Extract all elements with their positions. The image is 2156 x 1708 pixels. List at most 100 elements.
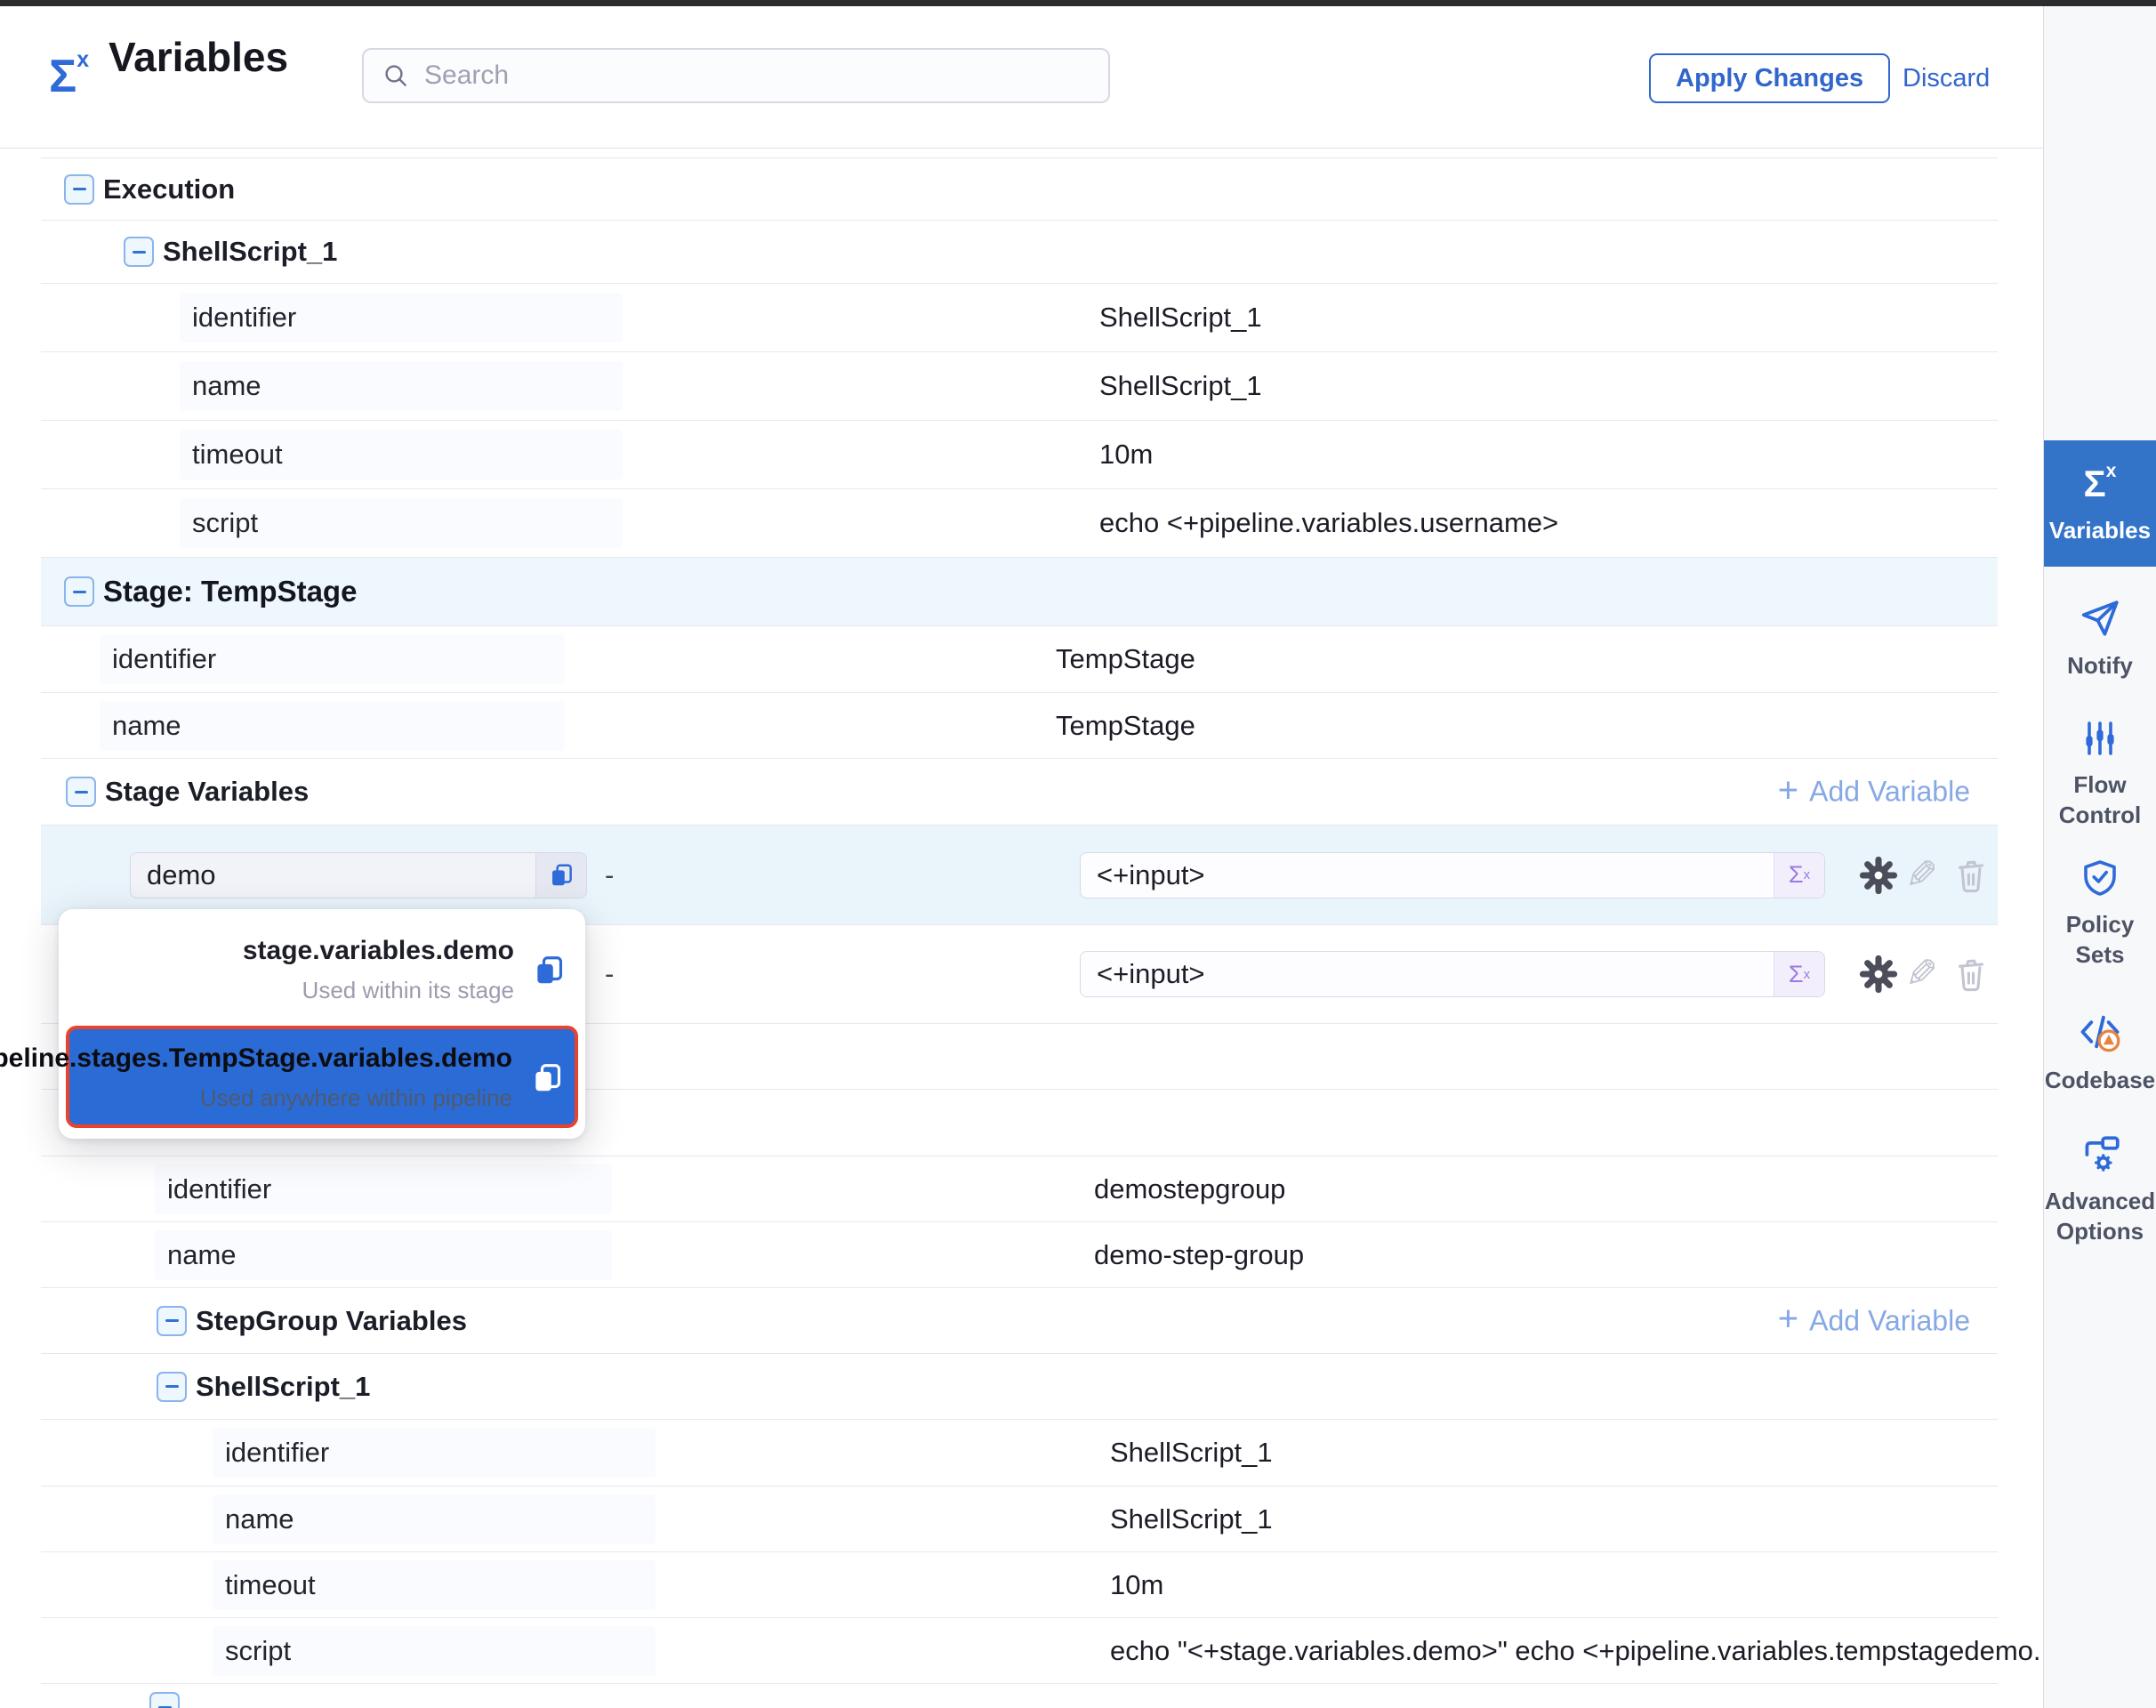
- copy-icon[interactable]: [532, 954, 566, 987]
- tree-node-label: ShellScript_1: [163, 236, 337, 268]
- field-value: echo <+pipeline.variables.username>: [1099, 507, 1558, 539]
- partial-row: [41, 1684, 1998, 1708]
- window-top-bar: [0, 0, 2156, 6]
- collapse-toggle-icon[interactable]: [124, 237, 154, 267]
- field-label: identifier: [180, 293, 623, 342]
- field-row: identifier TempStage: [41, 626, 1998, 693]
- field-label: identifier: [155, 1164, 612, 1214]
- field-label: name: [100, 701, 565, 751]
- field-label: identifier: [213, 1428, 656, 1478]
- field-row: script echo "<+stage.variables.demo>" ec…: [41, 1618, 1998, 1684]
- panel-header: Σx Variables Apply Changes Discard: [0, 6, 2043, 149]
- field-row: identifier ShellScript_1: [41, 1420, 1998, 1486]
- sidebar-tab-policy-sets[interactable]: Policy Sets: [2044, 851, 2156, 976]
- expression-sigma-icon[interactable]: Σx: [1774, 853, 1824, 898]
- field-row: script echo <+pipeline.variables.usernam…: [41, 489, 1998, 558]
- collapse-toggle-icon[interactable]: [64, 576, 94, 607]
- paper-plane-icon: [2078, 596, 2122, 640]
- copy-icon[interactable]: [530, 1061, 564, 1095]
- scope-option-pipeline-selected[interactable]: pipeline.stages.TempStage.variables.demo…: [66, 1026, 578, 1128]
- copy-icon[interactable]: [535, 853, 586, 898]
- sliders-icon: [2079, 717, 2121, 760]
- collapse-toggle-icon[interactable]: [157, 1306, 187, 1336]
- add-variable-button[interactable]: + Add Variable: [1778, 1304, 1970, 1337]
- discard-button[interactable]: Discard: [1897, 53, 1995, 103]
- field-value: echo "<+stage.variables.demo>" echo <+pi…: [1110, 1635, 2056, 1667]
- tree-node-label: ShellScript_1: [196, 1371, 370, 1403]
- stage-title: Stage: TempStage: [103, 575, 357, 608]
- variable-default-value: -: [605, 958, 614, 990]
- field-value: ShellScript_1: [1099, 370, 1262, 402]
- collapse-toggle-icon[interactable]: [157, 1372, 187, 1402]
- tree-row-shellscript-nested: ShellScript_1: [41, 1354, 1998, 1420]
- field-value: TempStage: [1056, 710, 1195, 742]
- field-row: name demo-step-group: [41, 1222, 1998, 1288]
- variables-sigma-icon: Σx: [2084, 461, 2117, 505]
- add-variable-button[interactable]: + Add Variable: [1778, 776, 1970, 809]
- collapse-toggle-icon[interactable]: [64, 174, 94, 205]
- tree-node-label: Execution: [103, 173, 235, 205]
- variable-scope-popup: stage.variables.demo Used within its sta…: [59, 909, 585, 1139]
- field-label: name: [213, 1494, 656, 1544]
- code-warning-icon: [2077, 1009, 2123, 1055]
- group-title: Stage Variables: [105, 776, 309, 808]
- field-row: identifier demostepgroup: [41, 1156, 1998, 1222]
- field-row: name ShellScript_1: [41, 1486, 1998, 1552]
- field-row: identifier ShellScript_1: [41, 284, 1998, 352]
- field-label: identifier: [100, 634, 565, 684]
- field-value: ShellScript_1: [1110, 1503, 1273, 1535]
- variable-value-input[interactable]: <+input> Σx: [1080, 852, 1825, 898]
- scope-path: pipeline.stages.TempStage.variables.demo: [0, 1043, 512, 1074]
- search-input[interactable]: [422, 60, 1090, 92]
- tree-row-execution: Execution: [41, 158, 1998, 221]
- field-row: timeout 10m: [41, 421, 1998, 489]
- variable-value-input[interactable]: <+input> Σx: [1080, 951, 1825, 997]
- scope-option-stage[interactable]: stage.variables.demo Used within its sta…: [66, 914, 578, 1022]
- apply-changes-button[interactable]: Apply Changes: [1649, 53, 1890, 103]
- search-icon: [382, 61, 410, 90]
- scope-description: Used within its stage: [243, 977, 514, 1004]
- field-label: name: [180, 361, 623, 411]
- settings-gear-icon[interactable]: [1858, 954, 1899, 995]
- stage-header-row: Stage: TempStage: [41, 558, 1998, 626]
- collapse-toggle-icon[interactable]: [66, 777, 96, 807]
- scope-option-text: stage.variables.demo Used within its sta…: [243, 936, 514, 1004]
- settings-gear-icon[interactable]: [1858, 855, 1899, 896]
- page-title: Variables: [109, 33, 288, 81]
- pipeline-variables-panel: Σx Variables Apply Changes Discard Execu…: [0, 0, 2156, 1708]
- expression-sigma-icon[interactable]: Σx: [1774, 952, 1824, 996]
- delete-trash-icon[interactable]: [1951, 955, 1991, 994]
- field-value: ShellScript_1: [1099, 302, 1262, 334]
- field-value: ShellScript_1: [1110, 1437, 1273, 1469]
- right-sidebar: Σx Variables Notify Flow Control: [2043, 6, 2156, 1708]
- delete-trash-icon[interactable]: [1951, 856, 1991, 895]
- sidebar-tab-codebase[interactable]: Codebase: [2044, 1001, 2156, 1103]
- field-row: timeout 10m: [41, 1552, 1998, 1618]
- variable-default-value: -: [605, 859, 614, 891]
- shield-check-icon: [2079, 857, 2121, 899]
- scope-path: stage.variables.demo: [243, 936, 514, 966]
- sidebar-tab-flow-control[interactable]: Flow Control: [2044, 713, 2156, 834]
- edit-pencil-icon[interactable]: ✎: [1905, 952, 1938, 997]
- plus-icon: +: [1778, 772, 1798, 808]
- field-label: timeout: [213, 1560, 656, 1610]
- stage-variables-header-row: Stage Variables + Add Variable: [41, 759, 1998, 826]
- search-box[interactable]: [362, 48, 1110, 103]
- field-label: script: [213, 1626, 656, 1676]
- flow-gear-icon: [2078, 1132, 2122, 1176]
- edit-pencil-icon[interactable]: ✎: [1905, 852, 1938, 898]
- field-label: name: [155, 1230, 612, 1280]
- variables-sigma-icon: Σx: [49, 47, 89, 103]
- collapse-toggle-icon[interactable]: [149, 1692, 180, 1708]
- variable-name-input[interactable]: demo: [130, 852, 587, 898]
- field-value: 10m: [1099, 439, 1153, 471]
- sidebar-tab-variables[interactable]: Σx Variables: [2044, 440, 2156, 567]
- sidebar-tab-notify[interactable]: Notify: [2044, 583, 2156, 694]
- plus-icon: +: [1778, 1301, 1798, 1337]
- field-value: 10m: [1110, 1569, 1163, 1601]
- sidebar-tab-advanced-options[interactable]: Advanced Options: [2044, 1129, 2156, 1249]
- stepgroup-variables-header-row: StepGroup Variables + Add Variable: [41, 1288, 1998, 1354]
- field-value: demostepgroup: [1094, 1173, 1285, 1205]
- field-row: name ShellScript_1: [41, 352, 1998, 421]
- field-value: TempStage: [1056, 643, 1195, 675]
